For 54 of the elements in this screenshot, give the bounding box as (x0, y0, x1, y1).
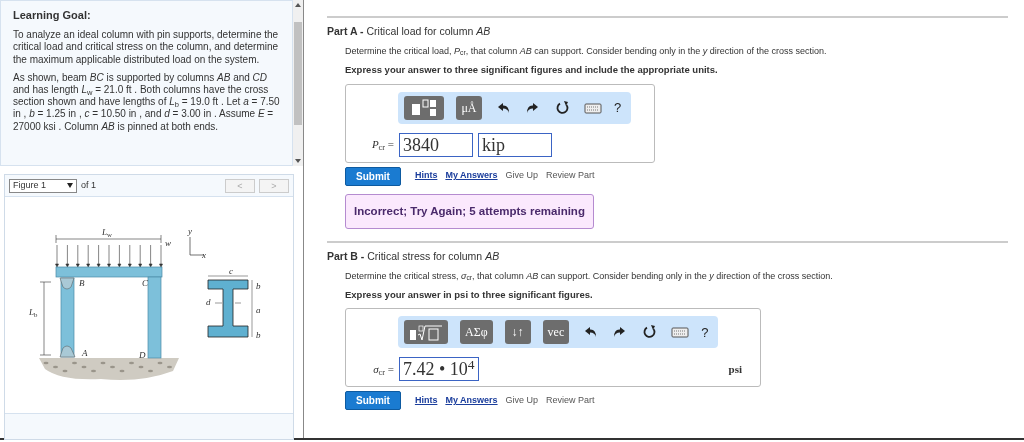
figure-label: b (256, 282, 261, 291)
submit-button[interactable]: Submit (345, 166, 401, 186)
part-title: Part A - Critical load for column AB (327, 24, 492, 39)
link[interactable]: Review Part (546, 169, 595, 183)
answer-field[interactable]: 7.42 • 10$^{4}$ (399, 357, 479, 382)
figure-label: C (142, 279, 148, 288)
axis-icon (189, 236, 205, 256)
figure-label: a (256, 306, 261, 315)
goal-paragraph: As shown, beam BC is supported by columns AB and CD and has length L$_{w}$ = 21.0 ft . Both columns have the cross section shown and have lengths of L$_{b}$ = 19.0 ft . Let a = 7.50 in , b = 1.25 in , c = 10.50 in , and d = 3.00 in . Assume E = 27000 ksi . Column AB is pinned at both ends. (13, 71, 280, 133)
figure-label: D (139, 351, 146, 360)
symbol-button[interactable]: vec (542, 320, 570, 345)
help-button[interactable]: ? (701, 322, 709, 342)
instruction-text: Express your answer to three significant figures and include the appropriate units. (345, 63, 719, 78)
instruction-text: Express your answer in psi to three significant figures. (345, 288, 594, 302)
units-label: psi (728, 362, 742, 377)
cross-section-drawing (207, 275, 253, 338)
templates-button[interactable] (404, 320, 448, 345)
figure-label: B (79, 279, 85, 288)
link[interactable]: Hints (414, 169, 438, 183)
submit-button[interactable]: Submit (345, 391, 401, 411)
link[interactable]: Give Up (505, 169, 539, 183)
units-field[interactable]: kip (478, 132, 552, 157)
link[interactable]: My Answers (445, 394, 498, 408)
link[interactable]: Hints (414, 394, 438, 408)
figure-label: w (165, 239, 171, 248)
figure-label: d (206, 298, 211, 307)
question-text: Determine the critical load, P$_{cr}$, that column AB can support. Consider bending only in the y direction of the cross section. (345, 44, 828, 59)
goal-paragraph: To analyze an ideal column with pin supports, determine the critical load and critical stress on the column, and determine the maximum applicable distributed load on the system. (13, 29, 280, 66)
link[interactable]: My Answers (445, 169, 498, 183)
figure-label: L$_{b}$ (29, 308, 38, 317)
figure-label: A (82, 349, 88, 358)
question-text: Determine the critical stress, σ$_{cr}$, that column AB can support. Consider bending only in the y direction of the cross section. (345, 269, 834, 283)
goal-heading: Learning Goal: (13, 9, 92, 23)
symbol-button[interactable]: ↓↑ (504, 320, 531, 345)
figure-label: y (188, 227, 192, 236)
answer-field[interactable]: 3840 (399, 132, 473, 157)
symbol-button[interactable]: μÅ (456, 95, 482, 120)
link[interactable]: Review Part (546, 394, 595, 408)
caret-icon (67, 183, 73, 188)
variable-label: P$_{cr}$ = (370, 137, 394, 153)
help-button[interactable]: ? (614, 97, 622, 118)
figure-label: c (229, 267, 233, 276)
part-title: Part B - Critical stress for column AB (327, 248, 501, 264)
scrollbar[interactable] (293, 0, 303, 166)
figure-label: L$_{w}$ (102, 228, 112, 237)
variable-label: σ$_{cr}$ = (372, 362, 394, 378)
figure-label: b (256, 331, 261, 340)
figure-label: x (202, 251, 206, 260)
templates-button[interactable] (404, 95, 444, 120)
figure-count: of 1 (81, 178, 96, 192)
figure-select[interactable]: Figure 1 (9, 178, 77, 193)
feedback-message: Incorrect; Try Again; 5 attempts remaining (345, 193, 594, 229)
symbol-button[interactable]: ΑΣφ (460, 320, 493, 345)
link[interactable]: Give Up (505, 394, 539, 408)
